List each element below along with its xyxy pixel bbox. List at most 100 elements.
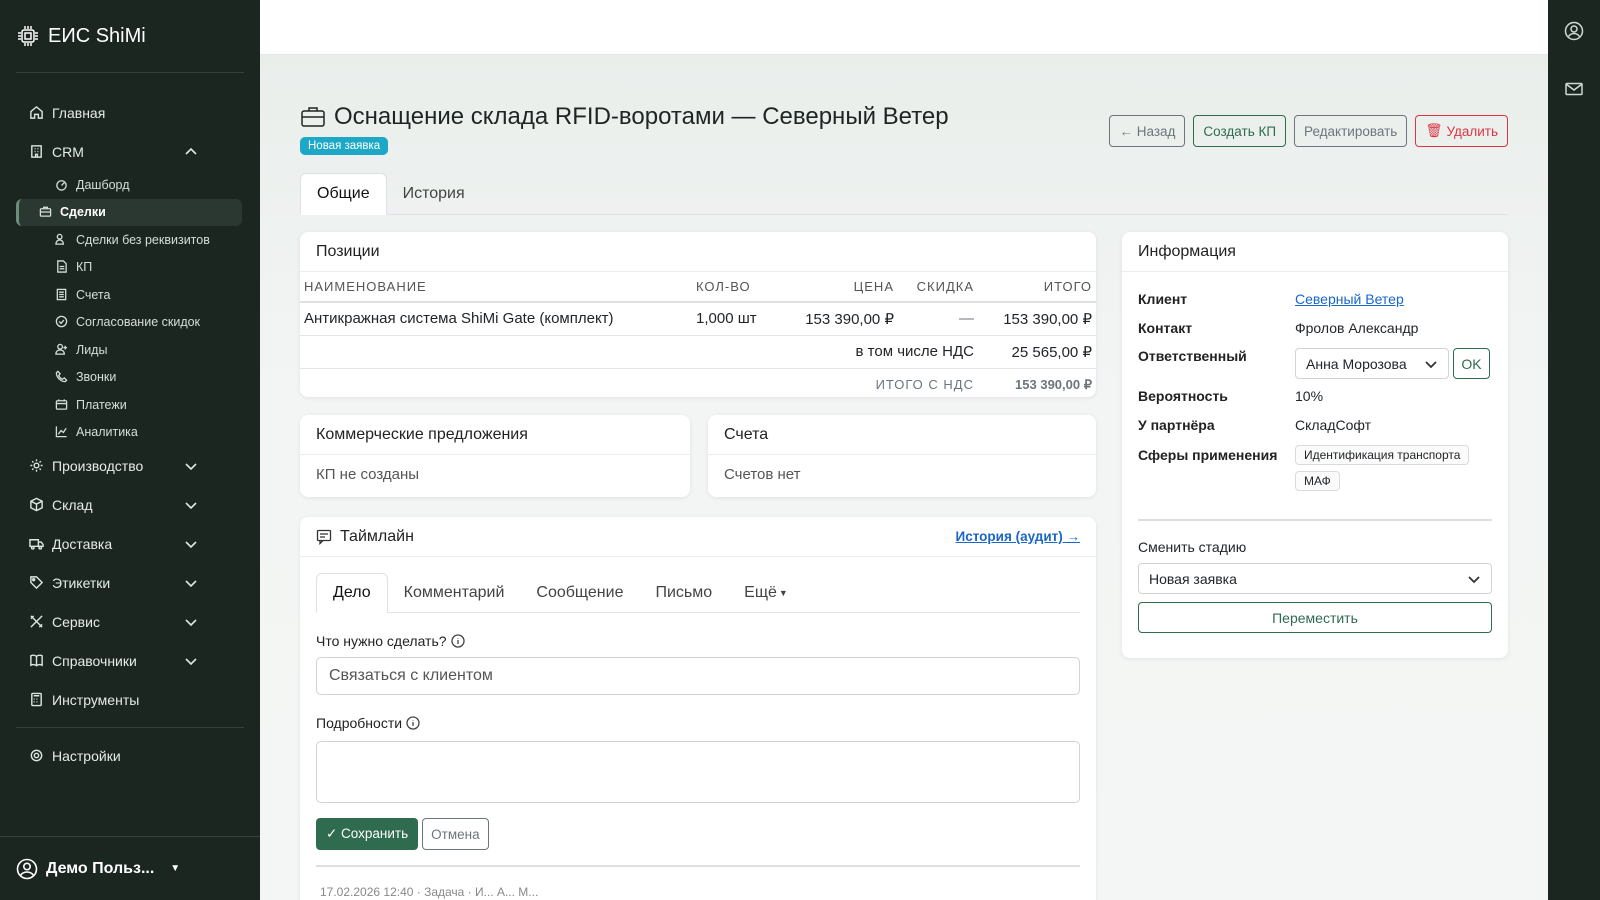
sidebar-item-label: Этикетки <box>52 574 111 591</box>
table-row[interactable]: Антикражная система ShiMi Gate (комплект… <box>300 302 1096 336</box>
sidebar-item-label: Сделки без реквизитов <box>76 232 210 247</box>
tab-more[interactable]: Ещё ▼ <box>728 573 804 612</box>
page-actions: ← Назад Создать КП Редактировать 🗑 Удали… <box>1109 115 1508 147</box>
sidebar-item-crm[interactable]: CRM <box>0 132 260 171</box>
sidebar-item-analytics[interactable]: Аналитика <box>16 419 242 447</box>
kp-title: Коммерческие предложения <box>300 415 690 455</box>
invoices-title: Счета <box>708 415 1096 455</box>
info-icon[interactable] <box>450 634 465 648</box>
chevron-up-icon <box>184 145 198 159</box>
info-client: Клиент Северный Ветер <box>1138 291 1492 320</box>
timeline-title-text: Таймлайн <box>340 527 414 545</box>
timeline-entry-partial: 17.02.2026 12:40 · Задача · И... А... М.… <box>316 865 1080 899</box>
sidebar-item-dashboard[interactable]: Дашборд <box>16 171 242 199</box>
info-title: Информация <box>1122 232 1508 272</box>
sidebar-item-invoices[interactable]: Счета <box>16 281 242 309</box>
chevron-down-icon <box>184 654 198 668</box>
move-stage-button[interactable]: Переместить <box>1138 602 1492 633</box>
sidebar-item-delivery[interactable]: Доставка <box>0 524 260 563</box>
back-button[interactable]: ← Назад <box>1109 115 1186 147</box>
info-icon[interactable] <box>406 716 420 730</box>
tag-icon <box>28 575 44 591</box>
stage-select[interactable]: Новая заявка <box>1138 563 1492 594</box>
right-rail <box>1548 0 1600 900</box>
trash-icon: 🗑 <box>1425 123 1443 138</box>
brand[interactable]: ЕИС ShiMi <box>0 0 260 72</box>
sphere-tag: МАФ <box>1295 471 1340 491</box>
todo-input[interactable]: Связаться с клиентом <box>316 657 1080 695</box>
tab-comment[interactable]: Комментарий <box>388 573 521 612</box>
briefcase-icon <box>301 107 325 127</box>
sidebar-item-deals-no-details[interactable]: Сделки без реквизитов <box>16 226 242 254</box>
sidebar-item-tools[interactable]: Инструменты <box>0 680 260 719</box>
kp-empty: КП не созданы <box>316 466 420 483</box>
caret-down-icon: ▼ <box>170 863 181 874</box>
partner-value: СкладСофт <box>1295 416 1372 433</box>
user-name: Демо Польз... <box>46 859 155 877</box>
building-icon <box>28 144 44 160</box>
sidebar-item-settings[interactable]: Настройки <box>0 736 260 775</box>
sidebar-item-labels[interactable]: Этикетки <box>0 563 260 602</box>
tab-message[interactable]: Сообщение <box>520 573 639 612</box>
stage-label: Сменить стадию <box>1138 539 1247 555</box>
sidebar-item-deals[interactable]: Сделки <box>16 198 242 226</box>
sidebar-item-production[interactable]: Производство <box>0 446 260 485</box>
sidebar-item-label: Платежи <box>76 397 127 412</box>
col-price: ЦЕНА <box>778 272 898 303</box>
truck-icon <box>28 536 44 552</box>
speedometer-icon <box>55 178 69 192</box>
sidebar-item-service[interactable]: Сервис <box>0 602 260 641</box>
sidebar-item-warehouse[interactable]: Склад <box>0 485 260 524</box>
total-value: 153 390,00 ₽ <box>1015 376 1092 392</box>
audit-history-link[interactable]: История (аудит) → <box>956 529 1080 544</box>
col-name: НАИМЕНОВАНИЕ <box>300 272 692 303</box>
cancel-button[interactable]: Отмена <box>422 818 489 850</box>
sidebar-item-discount-approval[interactable]: Согласование скидок <box>16 309 242 337</box>
client-label: Клиент <box>1138 291 1188 307</box>
stage-value: Новая заявка <box>1149 570 1237 587</box>
sidebar-item-payments[interactable]: Платежи <box>16 391 242 419</box>
details-textarea[interactable] <box>316 741 1080 803</box>
responsible-select[interactable]: Анна Морозова <box>1295 348 1449 379</box>
timeline-tabs: Дело Комментарий Сообщение Письмо Ещё ▼ <box>316 573 1080 613</box>
box-icon <box>28 497 44 513</box>
tab-letter[interactable]: Письмо <box>639 573 728 612</box>
user-menu[interactable]: Демо Польз... ▼ <box>0 836 260 900</box>
gear-icon <box>28 458 44 474</box>
chevron-down-icon <box>1425 360 1437 368</box>
sidebar-item-home[interactable]: Главная <box>0 93 260 132</box>
total-label: ИТОГО С НДС <box>875 377 974 393</box>
profile-icon[interactable] <box>1564 21 1584 41</box>
edit-button[interactable]: Редактировать <box>1294 115 1408 147</box>
brand-name: ЕИС ShiMi <box>48 24 146 47</box>
caret-down-icon: ▼ <box>778 587 788 598</box>
create-kp-button[interactable]: Создать КП <box>1193 115 1287 147</box>
settings-icon <box>28 748 44 764</box>
chevron-down-icon <box>184 537 198 551</box>
responsible-ok-button[interactable]: OK <box>1453 348 1490 379</box>
delete-button[interactable]: 🗑 Удалить <box>1415 115 1508 147</box>
tab-general[interactable]: Общие <box>300 173 387 215</box>
tab-history[interactable]: История <box>387 173 481 215</box>
save-button[interactable]: ✓ Сохранить <box>316 818 419 850</box>
mail-icon[interactable] <box>1564 79 1584 99</box>
book-icon <box>28 653 44 669</box>
sidebar-item-leads[interactable]: Лиды <box>16 336 242 364</box>
total-row: ИТОГО С НДС 153 390,00 ₽ <box>300 368 1096 397</box>
sidebar-item-kp[interactable]: КП <box>16 254 242 282</box>
tab-task[interactable]: Дело <box>316 573 388 613</box>
invoices-card: Счета Счетов нет <box>708 415 1096 497</box>
spheres-tags: Идентификация транспорта МАФ <box>1295 445 1470 497</box>
sidebar-item-label: Счета <box>76 287 111 302</box>
partner-label: У партнёра <box>1138 416 1215 433</box>
wallet-icon <box>55 398 69 412</box>
home-icon <box>28 105 44 121</box>
kp-card: Коммерческие предложения КП не созданы <box>300 415 690 497</box>
person-lines-icon <box>55 233 69 247</box>
cell-price: 153 390,00 ₽ <box>778 302 898 336</box>
sidebar-item-references[interactable]: Справочники <box>0 641 260 680</box>
sidebar-item-label: Сервис <box>52 613 100 630</box>
sidebar-item-calls[interactable]: Звонки <box>16 364 242 392</box>
info-body: Клиент Северный Ветер Контакт Фролов Але… <box>1122 272 1508 633</box>
client-link[interactable]: Северный Ветер <box>1295 291 1404 307</box>
